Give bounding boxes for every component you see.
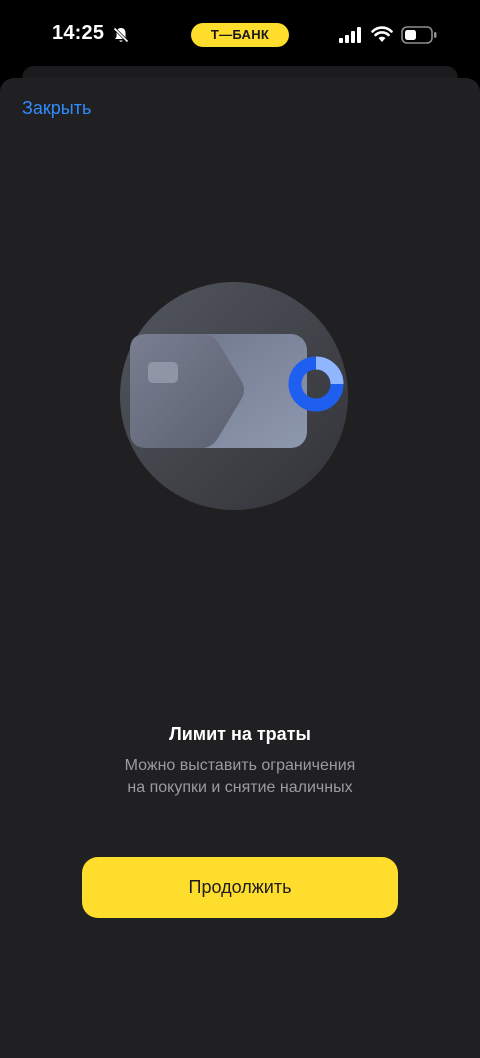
continue-button[interactable]: Продолжить bbox=[82, 857, 398, 918]
status-time: 14:25 bbox=[52, 22, 105, 44]
subtitle-line-2: на покупки и снятие наличных bbox=[127, 779, 353, 796]
page-title: Лимит на траты bbox=[169, 724, 311, 744]
brand-pill: Т—БАНК bbox=[191, 23, 289, 47]
battery-icon bbox=[401, 26, 437, 44]
subtitle-line-1: Можно выставить ограничения bbox=[124, 757, 356, 774]
card-limit-illustration bbox=[120, 282, 348, 510]
status-bar: 14:25 Т—БАНК bbox=[0, 0, 480, 70]
bottom-sheet: Закрыть Лимит на траты Можно выставить о… bbox=[0, 78, 480, 1058]
signal-icon bbox=[339, 27, 361, 43]
wifi-icon bbox=[371, 26, 393, 42]
page-subtitle: Можно выставить ограничения на покупки и… bbox=[60, 755, 420, 799]
bell-slash-icon bbox=[112, 26, 130, 44]
close-button[interactable]: Закрыть bbox=[22, 98, 91, 119]
